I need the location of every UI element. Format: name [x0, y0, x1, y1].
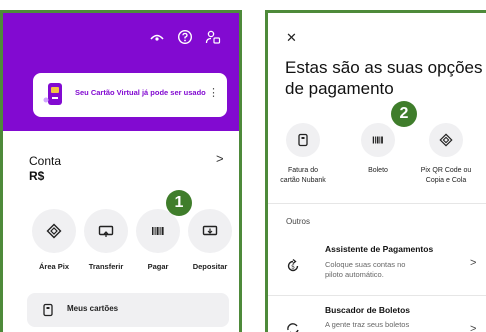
pix-icon [32, 209, 76, 253]
step-badge-2: 2 [391, 101, 417, 127]
title-line-2: de pagamento [285, 79, 394, 98]
barcode-icon [136, 209, 180, 253]
action-pagar[interactable]: Pagar [135, 209, 181, 271]
divider [268, 203, 486, 204]
action-label: R [239, 262, 242, 271]
payment-options-screen: ✕ Estas são as suas opções de pagamento … [265, 10, 486, 332]
deposit-icon [188, 209, 232, 253]
card-icon [41, 303, 55, 317]
option-fatura[interactable]: Fatura do cartão Nubank [268, 123, 338, 186]
user-settings-icon[interactable] [205, 29, 221, 45]
list-item-assistente[interactable]: $ Assistente de Pagamentos Coloque suas … [268, 237, 486, 297]
chevron-right-icon: > [470, 257, 477, 269]
option-label: Pix QR Code ou Copia e Cola [411, 166, 481, 186]
transfer-icon [84, 209, 128, 253]
option-label: Fatura do cartão Nubank [268, 166, 338, 186]
action-area-pix[interactable]: Área Pix [31, 209, 77, 271]
option-label-line2: Copia e Cola [425, 177, 467, 184]
row-subtitle-line2: piloto automático. [325, 270, 384, 279]
title-line-1: Estas são as suas opções [285, 58, 483, 77]
svg-text:$: $ [291, 264, 295, 271]
option-boleto[interactable]: Boleto [343, 123, 413, 176]
more-icon [239, 209, 242, 253]
action-depositar[interactable]: Depositar [187, 209, 233, 271]
auto-pay-icon: $ [286, 258, 300, 273]
pix-icon [429, 123, 463, 157]
section-label: Outros [286, 217, 311, 226]
more-options-icon[interactable]: ⋮ [208, 86, 219, 99]
option-label-line1: Fatura do [288, 167, 318, 174]
notice-text: Seu Cartão Virtual já pode ser usado [75, 88, 206, 97]
action-label: Área Pix [38, 262, 70, 271]
my-cards-button[interactable]: Meus cartões [27, 293, 229, 327]
account-chevron-icon[interactable]: > [216, 151, 224, 166]
step-badge-1: 1 [166, 190, 192, 216]
option-label-line1: Pix QR Code ou [420, 167, 472, 174]
account-header: Seu Cartão Virtual já pode ser usado ⋮ [3, 13, 239, 131]
virtual-card-notice[interactable]: Seu Cartão Virtual já pode ser usado ⋮ [33, 73, 227, 117]
option-label-line2: cartão Nubank [280, 177, 326, 184]
help-icon[interactable] [177, 29, 193, 45]
eye-icon[interactable] [149, 29, 165, 45]
option-label: Boleto [343, 166, 413, 176]
row-subtitle: A gente traz seus boletos [325, 320, 465, 330]
action-label: Depositar [192, 262, 228, 271]
option-label-line1: Boleto [368, 167, 388, 174]
option-pix-qr[interactable]: Pix QR Code ou Copia e Cola [411, 123, 481, 186]
close-icon[interactable]: ✕ [286, 30, 297, 46]
row-title: Buscador de Boletos [325, 305, 411, 315]
chevron-right-icon: > [470, 323, 477, 332]
account-balance: R$ [29, 169, 45, 183]
row-subtitle-line1: A gente traz seus boletos [325, 320, 410, 329]
card-icon [286, 123, 320, 157]
row-title: Assistente de Pagamentos [325, 244, 434, 254]
home-screen: Seu Cartão Virtual já pode ser usado ⋮ C… [0, 10, 242, 332]
barcode-icon [361, 123, 395, 157]
action-partial[interactable]: R [239, 209, 242, 271]
action-label: Pagar [147, 262, 169, 271]
action-label: Transferir [88, 262, 124, 271]
virtual-card-illustration [43, 81, 67, 109]
row-subtitle: Coloque suas contas no piloto automático… [325, 260, 465, 280]
divider [268, 295, 486, 296]
my-cards-label: Meus cartões [67, 304, 119, 313]
search-boleto-icon [286, 321, 300, 332]
page-title: Estas são as suas opções de pagamento [285, 57, 486, 99]
account-title[interactable]: Conta [29, 154, 61, 168]
row-subtitle-line1: Coloque suas contas no [325, 260, 406, 269]
list-item-buscador[interactable]: Buscador de Boletos A gente traz seus bo… [268, 297, 486, 332]
action-transferir[interactable]: Transferir [83, 209, 129, 271]
